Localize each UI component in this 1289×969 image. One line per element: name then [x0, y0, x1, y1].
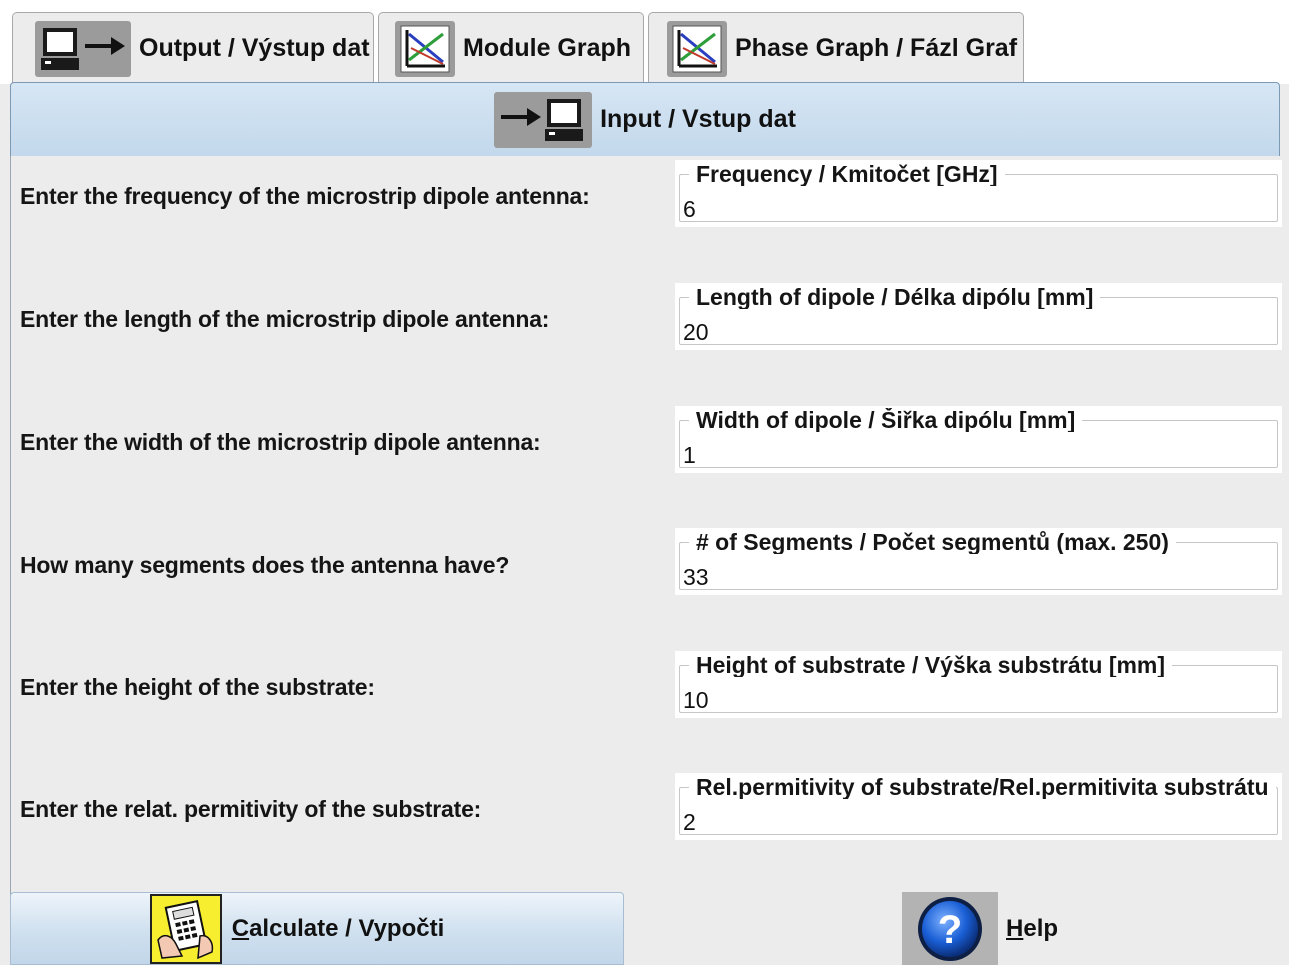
- tab-module-graph[interactable]: Module Graph: [378, 12, 644, 84]
- arrow-computer-input-icon: [494, 91, 593, 148]
- tab-phase-graph[interactable]: Phase Graph / Fázl Graf: [648, 12, 1024, 84]
- tab-output-label: Output / Výstup dat: [139, 34, 370, 62]
- segments-legend: # of Segments / Počet segmentů (max. 250…: [689, 530, 1176, 554]
- length-field: Length of dipole / Délka dipólu [mm]: [675, 283, 1282, 350]
- tab-module-graph-label: Module Graph: [463, 34, 632, 62]
- segments-prompt: How many segments does the antenna have?: [20, 552, 510, 578]
- help-button-label: Help: [1006, 915, 1058, 943]
- width-legend: Width of dipole / Šiřka dipólu [mm]: [689, 408, 1083, 432]
- segments-field: # of Segments / Počet segmentů (max. 250…: [675, 528, 1282, 595]
- width-field: Width of dipole / Šiřka dipólu [mm]: [675, 406, 1282, 473]
- permittivity-input[interactable]: [681, 810, 1245, 834]
- width-input[interactable]: [681, 443, 1245, 467]
- help-label-rest: elp: [1023, 914, 1059, 942]
- frequency-input[interactable]: [681, 197, 1245, 221]
- tab-strip: Output / Výstup dat Module Graph Phase G…: [0, 0, 1289, 84]
- segments-input[interactable]: [681, 565, 1245, 589]
- graph-icon: [395, 20, 455, 77]
- help-button[interactable]: ? Help: [902, 892, 1082, 965]
- length-input[interactable]: [681, 320, 1245, 344]
- width-prompt: Enter the width of the microstrip dipole…: [20, 429, 541, 455]
- calculator-hand-icon: [149, 893, 222, 964]
- antenna-calculator-window: Output / Výstup dat Module Graph Phase G…: [0, 0, 1289, 965]
- svg-text:?: ?: [938, 908, 962, 952]
- help-mnemonic: H: [1006, 914, 1024, 942]
- permittivity-prompt: Enter the relat. permitivity of the subs…: [20, 796, 482, 822]
- tab-input[interactable]: Input / Vstup dat: [10, 82, 1280, 156]
- calculate-button[interactable]: Calculate / Vypočti: [10, 892, 624, 965]
- length-prompt: Enter the length of the microstrip dipol…: [20, 306, 550, 332]
- height-legend: Height of substrate / Výška substrátu [m…: [689, 653, 1173, 677]
- question-mark-icon: ?: [902, 892, 998, 965]
- frequency-legend: Frequency / Kmitočet [GHz]: [689, 162, 1005, 186]
- calculate-mnemonic: C: [231, 914, 250, 942]
- tab-phase-graph-label: Phase Graph / Fázl Graf: [735, 34, 1018, 62]
- permittivity-legend: Rel.permitivity of substrate/Rel.permiti…: [689, 775, 1276, 799]
- tab-input-label: Input / Vstup dat: [600, 105, 796, 133]
- graph-icon: [667, 20, 727, 77]
- computer-arrow-output-icon: [35, 20, 131, 77]
- permittivity-field: Rel.permitivity of substrate/Rel.permiti…: [675, 773, 1282, 840]
- calculate-label-rest: alculate / Vypočti: [249, 914, 445, 942]
- length-legend: Length of dipole / Délka dipólu [mm]: [689, 285, 1101, 309]
- height-field: Height of substrate / Výška substrátu [m…: [675, 651, 1282, 718]
- height-prompt: Enter the height of the substrate:: [20, 674, 375, 700]
- height-input[interactable]: [681, 688, 1245, 712]
- frequency-field: Frequency / Kmitočet [GHz]: [675, 160, 1282, 227]
- calculate-button-label: Calculate / Vypočti: [232, 915, 445, 943]
- frequency-prompt: Enter the frequency of the microstrip di…: [20, 183, 590, 209]
- tab-output[interactable]: Output / Výstup dat: [12, 12, 374, 84]
